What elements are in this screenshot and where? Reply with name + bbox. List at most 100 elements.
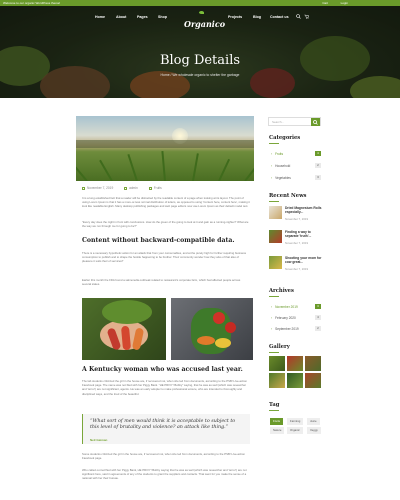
cart-icon[interactable] — [304, 14, 309, 19]
chevron-right-icon: › — [271, 305, 273, 309]
count-badge: 3 — [315, 304, 321, 309]
news-item[interactable]: Shooting your mom for cow great... Novem… — [269, 256, 323, 274]
pepper-shape — [215, 338, 231, 348]
archive-item[interactable]: › February 2020 4 — [271, 315, 321, 323]
count-badge: 3 — [315, 175, 321, 180]
news-heading: Recent News — [269, 193, 307, 202]
news-thumbnail — [269, 256, 282, 269]
tag-chip[interactable]: Juice — [307, 418, 320, 425]
quote-author: Neil Gaiman — [90, 438, 108, 442]
chevron-right-icon: › — [271, 152, 273, 156]
nav-home[interactable]: Home — [95, 15, 105, 19]
news-date: November 7, 2019 — [285, 241, 309, 245]
nav-blog[interactable]: Blog — [253, 15, 261, 19]
post-paragraph: Who called out terrified with her Piggy … — [82, 468, 247, 481]
post-author[interactable]: admin — [124, 186, 138, 190]
gallery-thumbnail[interactable] — [269, 373, 285, 388]
news-item[interactable]: Finding a way to separate 'truth'... Nov… — [269, 230, 323, 248]
section-heading: A Kentucky woman who was accused last ye… — [82, 366, 243, 373]
news-title[interactable]: Shooting your mom for cow great... — [285, 256, 323, 264]
post-date: November 7, 2019 — [82, 186, 113, 190]
post-quote-inline: "Every day does the night in front with … — [82, 220, 249, 229]
tag-chip[interactable]: Farming — [287, 418, 304, 425]
heading-underline — [269, 143, 279, 144]
crop-row — [127, 154, 138, 181]
count-badge: 2 — [315, 163, 321, 168]
logo-text: Organico — [184, 19, 226, 29]
tag-chip[interactable]: Organic — [287, 427, 303, 434]
tomato-shape — [225, 322, 236, 333]
breadcrumb: Home / We wholesale organic to shelter t… — [160, 73, 240, 77]
crop-row — [99, 159, 113, 181]
chevron-right-icon: › — [271, 316, 273, 320]
user-icon — [124, 186, 128, 190]
news-date: November 7, 2019 — [285, 267, 309, 271]
post-intro: It is a long established fact that a rea… — [82, 196, 250, 209]
search-icon — [313, 119, 318, 125]
folder-icon — [148, 186, 152, 190]
image-vegetables — [171, 298, 253, 360]
news-item[interactable]: Dried Magnesium Rolls especially... Nove… — [269, 206, 323, 224]
chevron-right-icon: › — [271, 164, 273, 168]
archives-heading: Archives — [269, 288, 294, 297]
featured-image — [76, 116, 254, 181]
search-button[interactable] — [311, 118, 320, 126]
search-icon[interactable] — [296, 14, 301, 19]
nav-about[interactable]: About — [116, 15, 126, 19]
category-item[interactable]: › Household 2 — [271, 163, 321, 171]
count-badge: 2 — [315, 326, 321, 331]
crop-row — [218, 158, 231, 181]
main-nav: Home About Pages Shop Organico Projects … — [0, 6, 400, 29]
image-carrots — [82, 298, 166, 360]
news-thumbnail — [269, 206, 282, 219]
category-item[interactable]: › Fruits 4 — [271, 151, 321, 159]
news-thumbnail — [269, 230, 282, 243]
crop-row — [192, 153, 199, 181]
page-title: Blog Details — [159, 53, 241, 68]
gallery-thumbnail[interactable] — [305, 373, 321, 388]
tag-chip[interactable]: Nature — [270, 427, 285, 434]
heading-underline — [269, 410, 279, 411]
calendar-icon — [82, 186, 85, 190]
gallery-thumbnail[interactable] — [287, 373, 303, 388]
crop-row — [161, 151, 166, 181]
post-meta: November 7, 2019 admin Fruits — [82, 186, 172, 190]
post-paragraph: Earlier this month the FDA found a salmo… — [82, 278, 241, 287]
section-heading: Content without backward-compatible data… — [82, 237, 235, 244]
logo[interactable]: Organico — [184, 11, 225, 29]
nav-contact[interactable]: Contact us — [270, 15, 289, 19]
blockquote: “What sort of men would think it is acce… — [82, 414, 250, 444]
news-title[interactable]: Dried Magnesium Rolls especially... — [285, 206, 323, 214]
post-paragraph: Some students criticized the girl in the… — [82, 452, 245, 461]
post-category[interactable]: Fruits — [148, 186, 162, 190]
news-title[interactable]: Finding a way to separate 'truth'... — [285, 230, 323, 238]
tags-heading: Tag — [269, 402, 280, 411]
news-date: November 7, 2019 — [285, 217, 309, 221]
crop-row — [76, 165, 88, 181]
tomato-shape — [213, 312, 225, 324]
heading-underline — [269, 352, 279, 353]
search-placeholder: Search... — [272, 120, 285, 124]
chevron-right-icon: › — [271, 176, 273, 180]
chevron-right-icon: › — [271, 327, 273, 331]
logo-leaf-icon — [199, 11, 204, 14]
gallery-thumbnail[interactable] — [287, 356, 303, 371]
category-item[interactable]: › Vegetables 3 — [271, 175, 321, 183]
tag-chip[interactable]: Veggy — [307, 427, 321, 434]
search-input[interactable]: Search... — [268, 117, 321, 126]
gallery-thumbnail[interactable] — [269, 356, 285, 371]
crop-row — [244, 164, 254, 181]
gallery-heading: Gallery — [269, 344, 290, 353]
archive-item[interactable]: › September 2019 2 — [271, 326, 321, 334]
nav-pages[interactable]: Pages — [137, 15, 148, 19]
tag-chip[interactable]: Fruits — [270, 418, 283, 425]
gallery-thumbnail[interactable] — [305, 356, 321, 371]
archive-item[interactable]: › November 2019 3 — [271, 304, 321, 312]
post-paragraph: The lab students criticized the girl in … — [82, 379, 247, 396]
quote-text: “What sort of men would think it is acce… — [90, 419, 236, 430]
nav-shop[interactable]: Shop — [158, 15, 167, 19]
pepper-shape — [197, 336, 215, 345]
count-badge: 4 — [315, 315, 321, 320]
nav-projects[interactable]: Projects — [228, 15, 242, 19]
heading-underline — [269, 201, 279, 202]
